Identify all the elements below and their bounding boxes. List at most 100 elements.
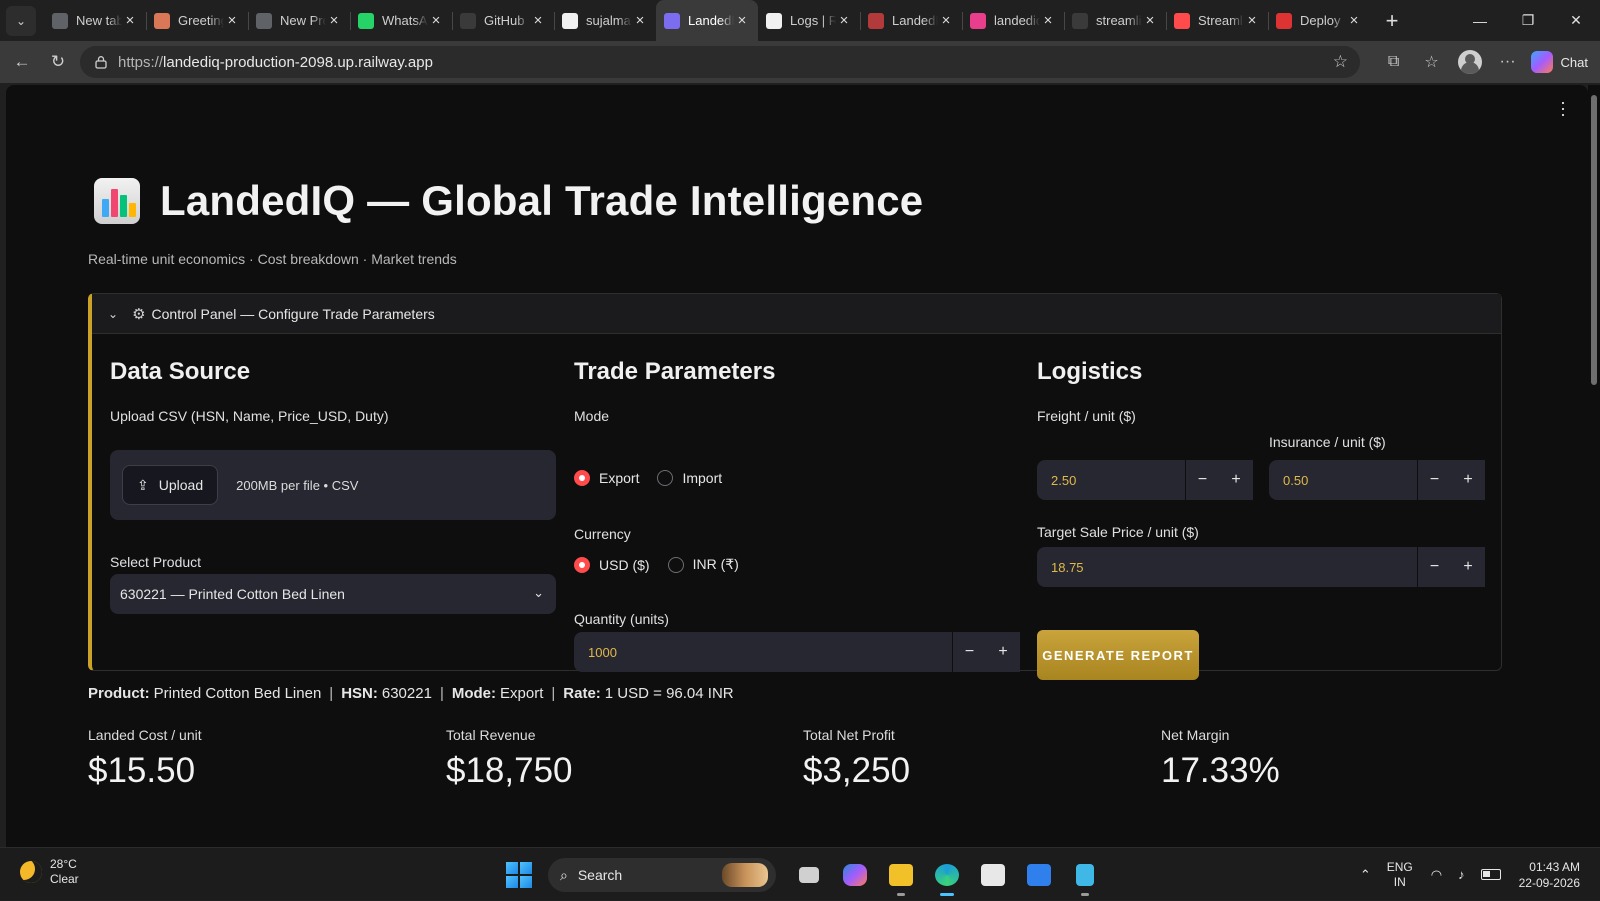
browser-tab[interactable]: LandedIQ× bbox=[656, 0, 758, 41]
freight-decrement-button[interactable]: − bbox=[1185, 460, 1219, 500]
app-menu-button[interactable]: · · · bbox=[1560, 93, 1566, 123]
freight-input[interactable]: 2.50 bbox=[1037, 473, 1185, 488]
store-icon bbox=[981, 864, 1005, 886]
target-price-increment-button[interactable]: + bbox=[1451, 547, 1485, 587]
file-explorer-app[interactable] bbox=[882, 856, 920, 896]
summary-rate-key: Rate: bbox=[563, 685, 601, 702]
railway-icon bbox=[766, 12, 782, 29]
select-product-label: Select Product bbox=[110, 554, 202, 570]
close-tab-icon[interactable]: × bbox=[122, 12, 138, 29]
target-price-stepper: 18.75 − + bbox=[1037, 547, 1485, 587]
wifi-icon[interactable]: ◠ bbox=[1431, 867, 1442, 883]
m365-copilot-app[interactable] bbox=[836, 856, 874, 894]
back-button[interactable]: ← bbox=[4, 46, 40, 78]
mode-export-radio[interactable]: Export bbox=[574, 470, 639, 486]
quantity-decrement-button[interactable]: − bbox=[952, 632, 986, 672]
edge-browser-app[interactable] bbox=[928, 856, 966, 896]
weather-widget[interactable]: 28°C Clear bbox=[20, 857, 79, 887]
close-tab-icon[interactable]: × bbox=[938, 12, 954, 29]
toolbar-actions: ⧉ ☆ ··· Chat bbox=[1375, 41, 1600, 83]
search-icon bbox=[1072, 12, 1088, 29]
page-header: LandedIQ — Global Trade Intelligence bbox=[94, 177, 923, 225]
insurance-input[interactable]: 0.50 bbox=[1269, 473, 1417, 488]
tab-title: Deploy bbox=[1300, 13, 1341, 28]
freight-increment-button[interactable]: + bbox=[1219, 460, 1253, 500]
favorites-icon: ☆ bbox=[1424, 54, 1439, 71]
summary-product-key: Product: bbox=[88, 685, 150, 702]
close-tab-icon[interactable]: × bbox=[1142, 12, 1158, 29]
battery-icon[interactable] bbox=[1480, 869, 1501, 880]
microsoft-store-app[interactable] bbox=[974, 856, 1012, 894]
product-select[interactable]: 630221 — Printed Cotton Bed Linen ⌄ bbox=[110, 574, 556, 614]
browser-tab[interactable]: Greeting × bbox=[146, 0, 248, 41]
restore-button[interactable]: ❐ bbox=[1504, 0, 1552, 41]
scrollbar-thumb[interactable] bbox=[1591, 95, 1597, 385]
volume-icon[interactable]: ♪ bbox=[1458, 867, 1465, 882]
close-tab-icon[interactable]: × bbox=[224, 12, 240, 29]
close-tab-icon[interactable]: × bbox=[836, 12, 852, 29]
data-source-column: Data Source Upload CSV (HSN, Name, Price… bbox=[110, 358, 556, 614]
page-scrollbar[interactable] bbox=[1588, 85, 1600, 847]
streamlit-icon bbox=[1174, 12, 1190, 29]
profile-button[interactable] bbox=[1451, 46, 1489, 78]
browser-tab[interactable]: New Project× bbox=[248, 0, 350, 41]
generate-report-button[interactable]: GENERATE REPORT bbox=[1037, 630, 1199, 680]
browser-tab[interactable]: Logs | Railway× bbox=[758, 0, 860, 41]
task-view-button[interactable] bbox=[790, 856, 828, 894]
favorites-button[interactable]: ☆ bbox=[1413, 46, 1451, 78]
browser-tab[interactable]: New tab × bbox=[44, 0, 146, 41]
summary-rate-value: 1 USD = 96.04 INR bbox=[604, 685, 734, 702]
extensions-button[interactable]: ⧉ bbox=[1375, 46, 1413, 78]
show-hidden-icons-chevron[interactable]: ⌃ bbox=[1360, 867, 1371, 883]
upload-button[interactable]: ⇪ Upload bbox=[122, 465, 219, 505]
close-window-button[interactable]: ✕ bbox=[1552, 0, 1600, 41]
clock[interactable]: 01:43 AM 22-09-2026 bbox=[1519, 859, 1580, 891]
address-bar[interactable]: https://landediq-production-2098.up.rail… bbox=[80, 46, 1360, 78]
close-tab-icon[interactable]: × bbox=[1244, 12, 1260, 29]
target-price-input[interactable]: 18.75 bbox=[1037, 560, 1417, 575]
close-tab-icon[interactable]: × bbox=[530, 12, 546, 29]
browser-tab[interactable]: WhatsApp× bbox=[350, 0, 452, 41]
more-menu-button[interactable]: ··· bbox=[1489, 46, 1527, 78]
windows-start-icon[interactable] bbox=[506, 862, 532, 888]
target-price-decrement-button[interactable]: − bbox=[1417, 547, 1451, 587]
browser-tab[interactable]: sujalmane× bbox=[554, 0, 656, 41]
quantity-increment-button[interactable]: + bbox=[986, 632, 1020, 672]
insurance-increment-button[interactable]: + bbox=[1451, 460, 1485, 500]
page-viewport: · · · LandedIQ — Global Trade Intelligence… bbox=[6, 85, 1588, 847]
new-tab-button[interactable]: + bbox=[1374, 6, 1410, 36]
tab-title: LandedIQ bbox=[892, 13, 938, 28]
browser-tab[interactable]: Streamlit× bbox=[1166, 0, 1268, 41]
input-language[interactable]: ENG IN bbox=[1387, 860, 1413, 890]
close-tab-icon[interactable]: × bbox=[1040, 12, 1056, 29]
tab-title: landediq bbox=[994, 13, 1040, 28]
quantity-input[interactable]: 1000 bbox=[574, 645, 952, 660]
mode-import-radio[interactable]: Import bbox=[657, 470, 722, 486]
close-tab-icon[interactable]: × bbox=[632, 12, 648, 29]
close-tab-icon[interactable]: × bbox=[428, 12, 444, 29]
tab-actions-menu[interactable]: ⌄ bbox=[6, 5, 36, 36]
notepad-app[interactable] bbox=[1066, 856, 1104, 896]
close-tab-icon[interactable]: × bbox=[1346, 12, 1362, 29]
control-panel-header[interactable]: ⌄ ⚙ Control Panel — Configure Trade Para… bbox=[92, 294, 1501, 334]
browser-tab[interactable]: GitHub × bbox=[452, 0, 554, 41]
insurance-decrement-button[interactable]: − bbox=[1417, 460, 1451, 500]
close-tab-icon[interactable]: × bbox=[734, 12, 750, 29]
outlook-app[interactable] bbox=[1020, 856, 1058, 894]
copilot-chat-button[interactable]: Chat bbox=[1530, 51, 1588, 73]
browser-tab[interactable]: LandedIQ× bbox=[860, 0, 962, 41]
browser-tab[interactable]: landediq × bbox=[962, 0, 1064, 41]
minimize-button[interactable]: — bbox=[1456, 0, 1504, 41]
refresh-button[interactable]: ↻ bbox=[40, 46, 76, 78]
search-icon bbox=[460, 12, 476, 29]
browser-tab[interactable]: streamlit × bbox=[1064, 0, 1166, 41]
favorite-star-icon[interactable]: ☆ bbox=[1333, 52, 1348, 72]
radio-unchecked-icon bbox=[657, 470, 674, 486]
currency-radio-group: USD ($) INR (₹) bbox=[574, 556, 757, 573]
browser-tab[interactable]: Deploy × bbox=[1268, 0, 1370, 41]
currency-inr-radio[interactable]: INR (₹) bbox=[667, 556, 739, 573]
currency-usd-radio[interactable]: USD ($) bbox=[574, 556, 650, 573]
close-tab-icon[interactable]: × bbox=[326, 12, 342, 29]
file-uploader[interactable]: ⇪ Upload 200MB per file • CSV bbox=[110, 450, 556, 520]
taskbar-search[interactable]: ⌕ Search bbox=[548, 858, 776, 892]
